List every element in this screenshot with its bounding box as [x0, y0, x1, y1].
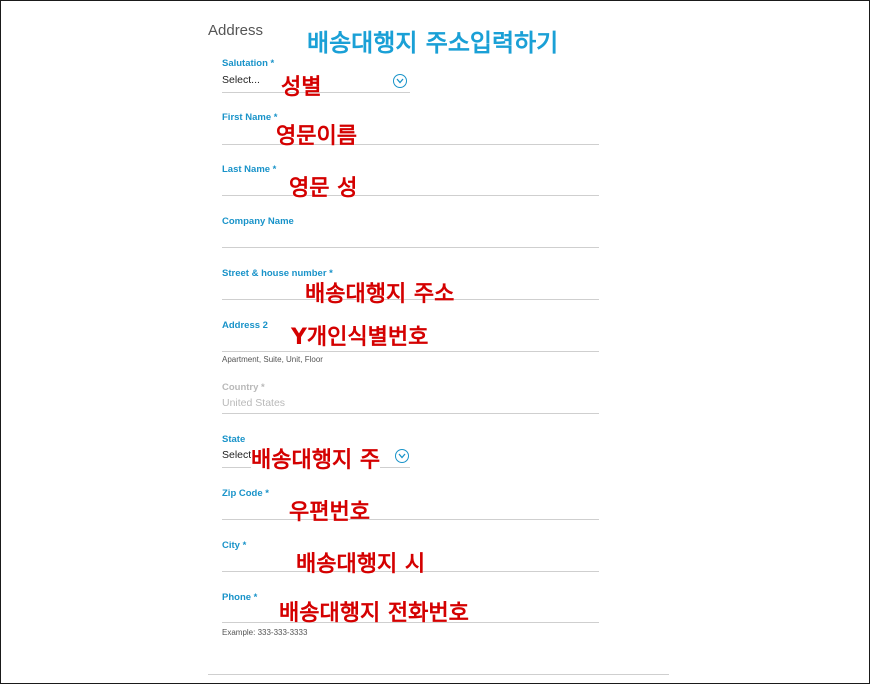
city-label: City *: [222, 540, 247, 551]
state-select[interactable]: Select: [222, 449, 251, 461]
salutation-label: Salutation *: [222, 58, 275, 69]
country-underline: [222, 413, 599, 414]
city-annotation: 배송대행지 시: [296, 552, 426, 577]
address2-help: Apartment, Suite, Unit, Floor: [222, 355, 323, 364]
last-name-label: Last Name *: [222, 164, 277, 175]
phone-label: Phone *: [222, 592, 258, 603]
salutation-annotation: 성별: [281, 75, 322, 100]
street-annotation: 배송대행지 주소: [305, 282, 455, 307]
section-title: Address: [208, 22, 264, 39]
first-name-annotation: 영문이름: [276, 124, 357, 149]
zip-label: Zip Code *: [222, 488, 269, 499]
company-name-label: Company Name: [222, 216, 294, 227]
zip-annotation: 우편번호: [289, 500, 370, 525]
phone-help: Example: 333-333-3333: [222, 628, 308, 637]
last-name-underline: [222, 195, 599, 196]
chevron-down-icon[interactable]: [395, 449, 409, 463]
last-name-field[interactable]: [222, 175, 599, 195]
first-name-label: First Name *: [222, 112, 278, 123]
country-value: United States: [222, 397, 286, 409]
company-name-underline: [222, 247, 599, 248]
heading-annotation: 배송대행지 주소입력하기: [307, 29, 559, 57]
zip-field[interactable]: [222, 499, 599, 519]
company-name-field[interactable]: [222, 227, 599, 247]
country-label: Country *: [222, 382, 265, 393]
address2-label: Address 2: [222, 320, 268, 331]
last-name-annotation: 영문 성: [289, 176, 358, 201]
salutation-select[interactable]: Select...: [222, 74, 260, 86]
form-frame: Address 배송대행지 주소입력하기 Salutation * Select…: [0, 0, 870, 684]
chevron-down-icon[interactable]: [393, 74, 407, 88]
state-label: State: [222, 434, 246, 445]
section-divider: [208, 674, 669, 675]
zip-underline: [222, 519, 599, 520]
address2-underline: [222, 351, 599, 352]
address2-annotation: Y개인식별번호: [291, 325, 429, 350]
state-annotation: 배송대행지 주: [251, 442, 381, 474]
phone-annotation: 배송대행지 전화번호: [279, 601, 469, 626]
